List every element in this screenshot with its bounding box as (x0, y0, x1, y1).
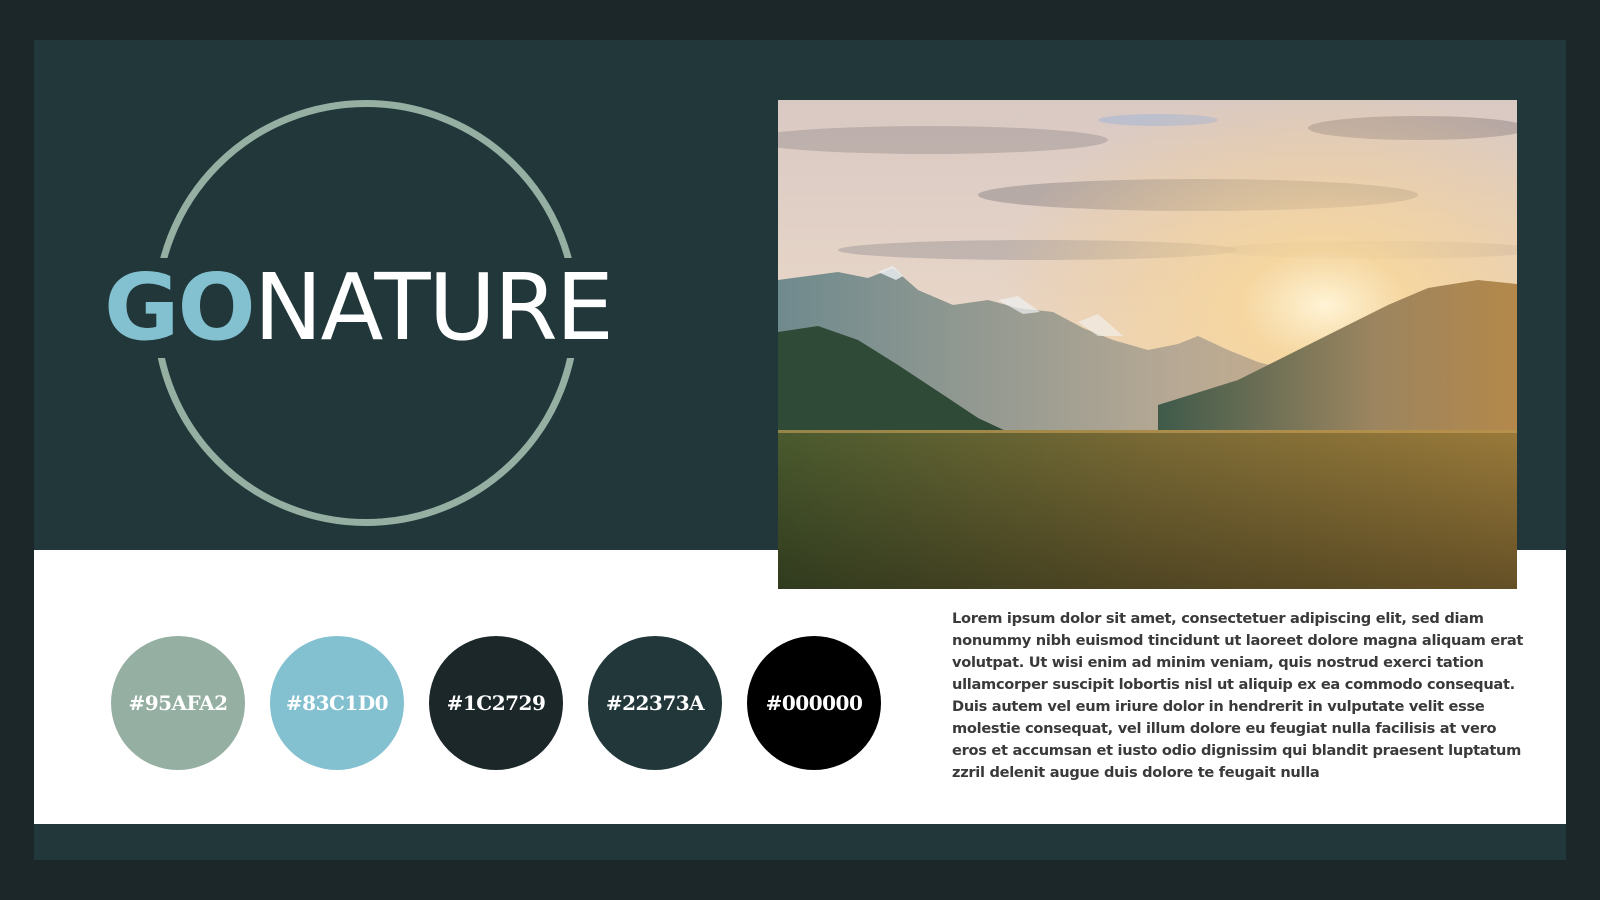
brand-logo: GO NATURE (104, 258, 624, 358)
swatch-label: #22373A (605, 691, 705, 715)
landscape-photo (778, 100, 1517, 589)
logo-go-text: GO (104, 254, 256, 361)
slide-frame: GO NATURE #95AFA2 #83C1D0 #1C2729 #22373… (34, 40, 1566, 860)
logo-nature-text: NATURE (253, 254, 614, 361)
swatch-22373a: #22373A (588, 636, 722, 770)
swatch-95afa2: #95AFA2 (111, 636, 245, 770)
body-text: Lorem ipsum dolor sit amet, consectetuer… (952, 610, 1524, 781)
swatch-label: #000000 (765, 691, 863, 715)
swatch-1c2729: #1C2729 (429, 636, 563, 770)
swatch-83c1d0: #83C1D0 (270, 636, 404, 770)
swatch-label: #95AFA2 (128, 691, 228, 715)
swatch-label: #83C1D0 (285, 691, 389, 715)
swatch-000000: #000000 (747, 636, 881, 770)
swatch-label: #1C2729 (446, 691, 546, 715)
